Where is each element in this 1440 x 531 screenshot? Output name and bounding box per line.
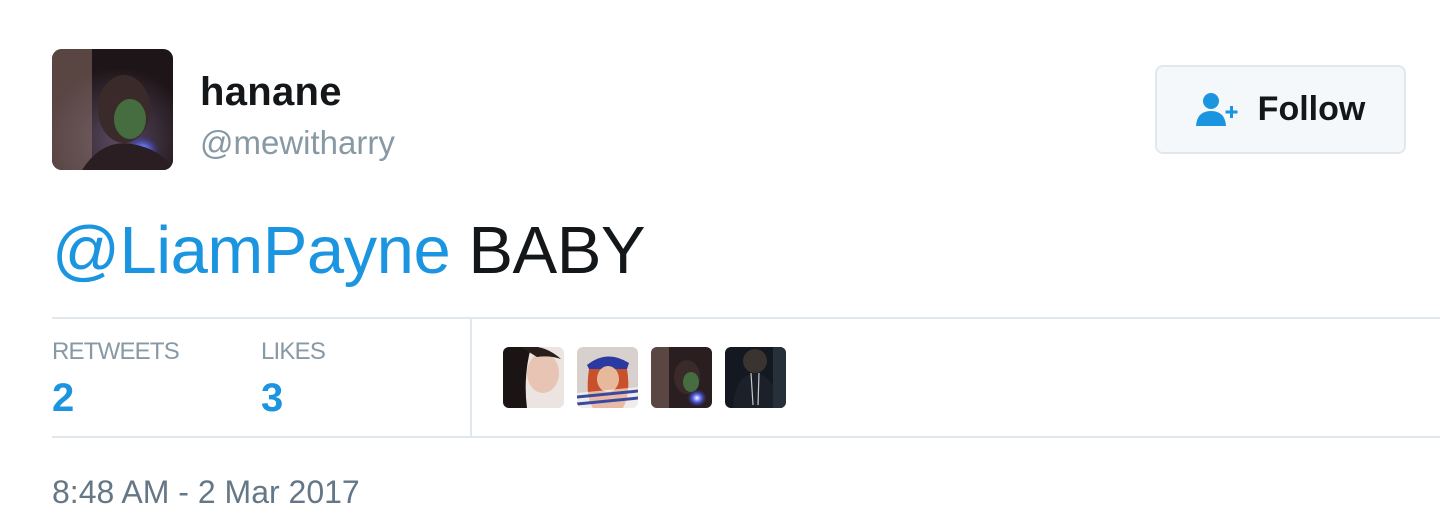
retweets-count: 2: [52, 376, 75, 420]
follow-button[interactable]: Follow: [1155, 65, 1406, 154]
likes-count: 3: [261, 376, 284, 420]
tweet-timestamp[interactable]: 8:48 AM - 2 Mar 2017: [52, 474, 360, 511]
retweets-stat[interactable]: RETWEETS 2: [52, 338, 180, 421]
liker-avatar[interactable]: [725, 347, 786, 408]
tweet-card: hanane @mewitharry Follow @LiamPayne BAB…: [0, 0, 1440, 531]
likes-label: LIKES: [261, 338, 326, 365]
liker-avatars: [503, 347, 786, 408]
likes-stat[interactable]: LIKES 3: [261, 338, 326, 421]
liker-avatar[interactable]: [503, 347, 564, 408]
tweet-text: @LiamPayne BABY: [52, 212, 646, 289]
author-display-name[interactable]: hanane: [200, 70, 342, 115]
author-avatar[interactable]: [52, 49, 173, 170]
stats-divider-bottom: [52, 436, 1440, 438]
liker-avatar-image: [651, 347, 712, 408]
liker-avatar-image: [725, 347, 786, 408]
stats-divider-top: [52, 317, 1440, 319]
follow-button-label: Follow: [1257, 90, 1366, 128]
retweets-label: RETWEETS: [52, 338, 180, 365]
author-avatar-image: [52, 49, 173, 170]
tweet-body-text: BABY: [450, 213, 646, 288]
liker-avatar-image: [503, 347, 564, 408]
follow-user-icon: [1195, 92, 1238, 126]
stats-divider-vertical: [470, 319, 472, 436]
tweet-mention-link[interactable]: @LiamPayne: [52, 213, 451, 288]
liker-avatar-image: [577, 347, 638, 408]
liker-avatar[interactable]: [651, 347, 712, 408]
liker-avatar[interactable]: [577, 347, 638, 408]
author-handle[interactable]: @mewitharry: [200, 124, 395, 162]
